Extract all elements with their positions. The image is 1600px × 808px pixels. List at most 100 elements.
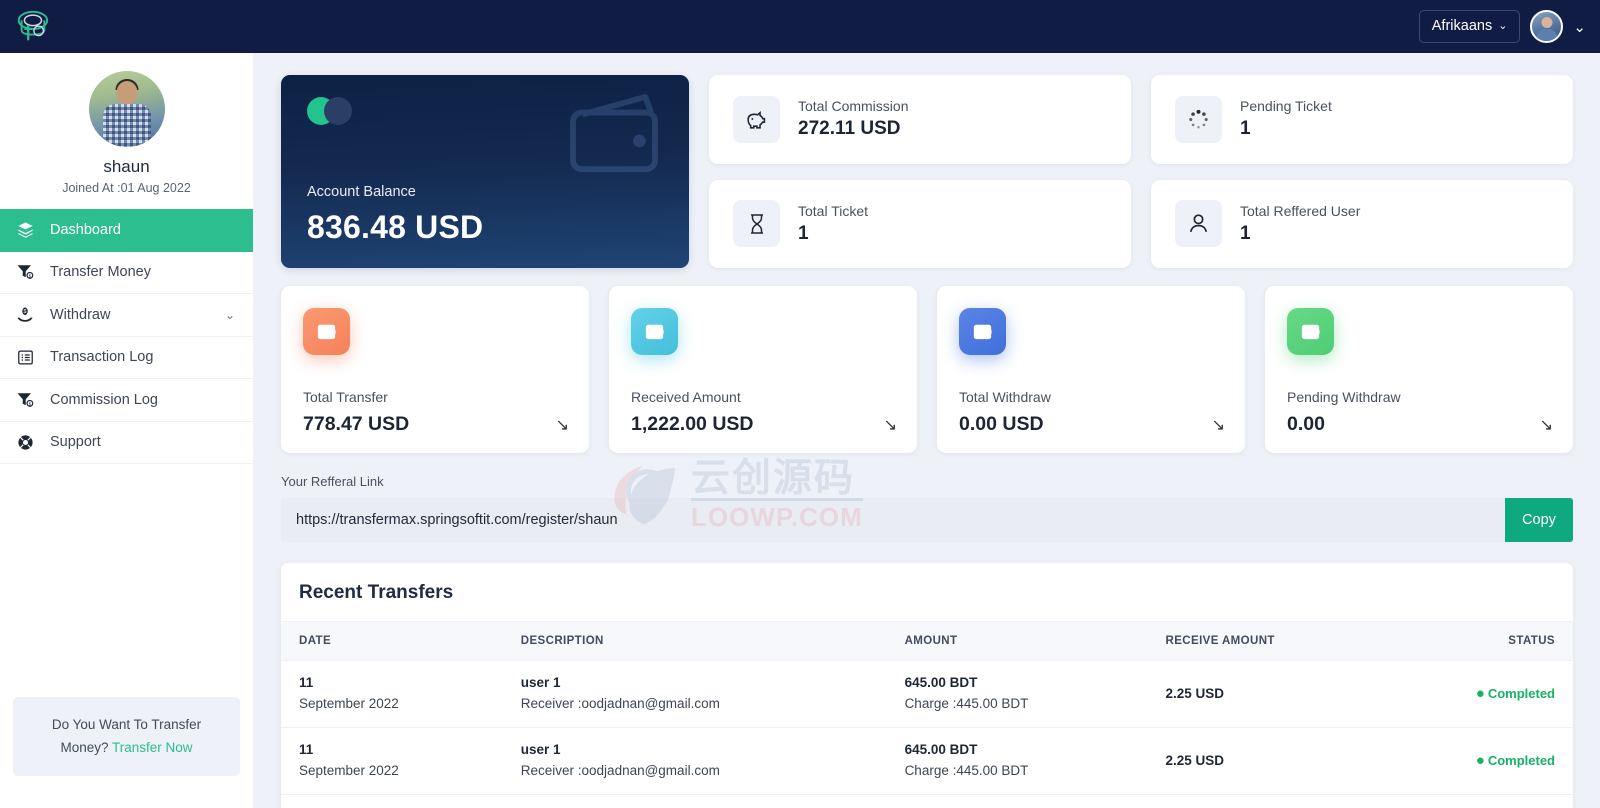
cell-description: user 1 Receiver :oodjadnan@gmail.com (502, 727, 887, 795)
column-header-amount: AMOUNT (886, 621, 1148, 661)
wallet-icon (631, 308, 678, 355)
transfer-receiver: Receiver :oodjadnan@gmail.com (520, 695, 720, 711)
metric-card-pending-withdraw: Pending Withdraw 0.00 ↘ (1265, 286, 1573, 453)
transfer-promo-box: Do You Want To Transfer Money? Transfer … (13, 697, 240, 776)
language-label: Afrikaans (1431, 18, 1493, 35)
user-avatar[interactable] (1530, 10, 1564, 43)
metric-card-total-transfer: Total Transfer 778.47 USD ↘ (281, 286, 589, 453)
sidebar-item-withdraw[interactable]: $ Withdraw ⌄ (0, 294, 253, 337)
transfer-day: 11 (299, 741, 314, 757)
metric-card-total-withdraw: Total Withdraw 0.00 USD ↘ (937, 286, 1245, 453)
sidebar-item-commission-log[interactable]: $ Commission Log (0, 379, 253, 422)
transfer-user: user 1 (520, 675, 561, 690)
cell-description: user 1 Receiver :oodjadnan@gmail.com (502, 794, 887, 808)
table-row[interactable]: 11 September 2022 user 1 Receiver :oodja… (281, 727, 1573, 795)
hourglass-icon (733, 200, 780, 248)
stat-card-text: Total Ticket 1 (798, 203, 868, 245)
cell-status: ●Completed (1384, 727, 1573, 795)
stat-value: 1 (1240, 222, 1251, 244)
stat-card-text: Total Commission 272.11 USD (798, 98, 908, 140)
transfer-day: 11 (299, 675, 314, 690)
table-head: DATE DESCRIPTION AMOUNT RECEIVE AMOUNT S… (281, 621, 1573, 661)
arrow-down-right-icon: ↘ (555, 417, 569, 434)
transfer-month: September 2022 (299, 762, 399, 778)
referral-link-label: Your Refferal Link (281, 474, 384, 489)
metric-value: 778.47 USD (303, 413, 410, 435)
sidebar-item-support[interactable]: Support (0, 422, 253, 464)
status-label: Completed (1487, 685, 1555, 701)
profile-joined-date: Joined At :01 Aug 2022 (62, 181, 191, 195)
transfer-user: user 1 (520, 741, 561, 757)
wallet-icon (570, 93, 658, 173)
cell-date: 11 September 2022 (281, 727, 503, 795)
cell-description: user 1 Receiver :oodjadnan@gmail.com (502, 660, 887, 728)
arrow-down-right-icon: ↘ (1211, 417, 1225, 434)
sidebar-item-transaction-log[interactable]: Transaction Log (0, 337, 253, 379)
account-balance-card: Account Balance 836.48 USD (281, 75, 689, 268)
layers-icon (14, 221, 36, 238)
status-badge: ● Completed (1476, 752, 1555, 769)
metric-label: Pending Withdraw (1287, 389, 1401, 405)
table-body: 11 September 2022 user 1 Receiver :oodja… (281, 660, 1573, 808)
wallet-icon (1287, 308, 1334, 355)
sidebar-item-label: Support (50, 434, 101, 451)
profile-avatar[interactable] (88, 71, 165, 147)
sidebar-profile: shaun Joined At :01 Aug 2022 (0, 53, 253, 209)
language-selector[interactable]: Afrikaans ⌄ (1418, 10, 1521, 43)
sidebar: shaun Joined At :01 Aug 2022 Dashboard $… (0, 53, 253, 808)
chevron-down-icon: ⌄ (224, 307, 235, 322)
lifebuoy-icon (14, 434, 36, 451)
cell-date: 11 September 2022 (281, 660, 503, 728)
sidebar-item-label: Withdraw (50, 306, 111, 323)
mini-stats-column: Total Commission 272.11 USD Pending Tick… (709, 75, 1573, 268)
transfer-icon: $ (14, 263, 36, 281)
app-logo[interactable] (10, 5, 54, 49)
transfer-amount: 645.00 BDT (904, 675, 978, 690)
column-header-receive-amount: RECEIVE AMOUNT (1147, 621, 1385, 661)
metric-value: 0.00 (1287, 413, 1325, 435)
cell-amount: 645.00 BDT Charge :445.00 BDT (886, 727, 1148, 795)
cell-date: 11 September 2022 (281, 794, 503, 808)
table-header-row: DATE DESCRIPTION AMOUNT RECEIVE AMOUNT S… (281, 621, 1573, 661)
referral-link-input[interactable] (281, 498, 1505, 542)
mini-stats-row-2: Total Ticket 1 Total Reffered User 1 (709, 179, 1573, 268)
stat-label: Total Reffered User (1240, 202, 1361, 219)
svg-text:$: $ (24, 309, 27, 315)
stat-value: 1 (1240, 118, 1251, 140)
transfer-now-link[interactable]: Transfer Now (112, 740, 193, 755)
sidebar-item-label: Dashboard (50, 221, 121, 238)
transfer-charge: Charge :445.00 BDT (904, 762, 1029, 778)
stat-card-total-commission: Total Commission 272.11 USD (709, 75, 1131, 164)
table-row[interactable]: 11 September 2022 user 1 Receiver :oodja… (281, 794, 1573, 808)
sidebar-item-transfer-money[interactable]: $ Transfer Money (0, 252, 253, 294)
wallet-icon (303, 308, 350, 355)
column-header-date: DATE (281, 621, 503, 661)
column-header-description: DESCRIPTION (502, 621, 887, 661)
transfermax-logo-icon (17, 10, 49, 40)
topbar-actions: Afrikaans ⌄ ⌄ (1418, 10, 1586, 43)
sidebar-item-label: Transfer Money (50, 264, 151, 281)
metric-label: Total Transfer (303, 389, 388, 405)
copy-button[interactable]: Copy (1505, 498, 1573, 542)
mini-stats-row-1: Total Commission 272.11 USD Pending Tick… (709, 75, 1573, 164)
profile-chevron-down-icon[interactable]: ⌄ (1573, 18, 1586, 36)
cell-receive-amount: 2.25 USD (1147, 727, 1385, 795)
column-header-status: STATUS (1384, 621, 1573, 661)
cell-status: ●Completed (1384, 660, 1573, 728)
recent-transfers-card: Recent Transfers DATE DESCRIPTION AMOUNT… (281, 563, 1573, 808)
metric-label: Total Withdraw (959, 389, 1051, 405)
list-box-icon (14, 349, 36, 366)
stat-label: Total Ticket (798, 202, 869, 219)
stat-card-total-reffered-user: Total Reffered User 1 (1151, 179, 1573, 268)
stat-card-pending-ticket: Pending Ticket 1 (1151, 75, 1573, 164)
piggy-bank-icon (733, 95, 780, 143)
chevron-down-icon: ⌄ (1498, 20, 1508, 32)
main-content: Account Balance 836.48 USD Total Commiss… (253, 53, 1600, 808)
stat-value: 1 (798, 222, 809, 244)
sidebar-item-label: Commission Log (50, 391, 158, 408)
cell-receive-amount: 2.25 USD (1147, 660, 1385, 728)
top-summary-grid: Account Balance 836.48 USD Total Commiss… (281, 75, 1573, 268)
sidebar-item-dashboard[interactable]: Dashboard (0, 209, 253, 252)
table-row[interactable]: 11 September 2022 user 1 Receiver :oodja… (281, 660, 1573, 728)
